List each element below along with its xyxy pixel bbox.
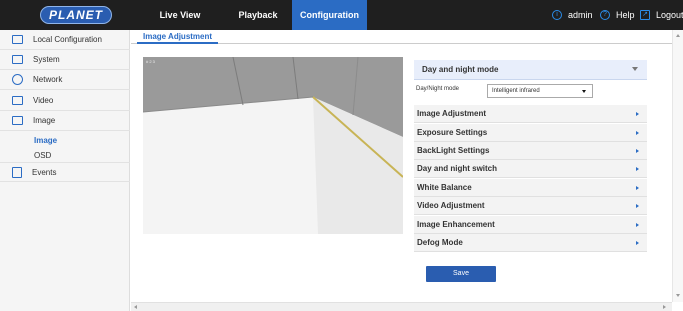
chevron-down-icon: [632, 67, 638, 71]
section-label: Image Adjustment: [417, 109, 487, 118]
save-button[interactable]: Save: [426, 266, 496, 282]
user-icon: i: [552, 10, 562, 20]
sidebar-item-network[interactable]: Network: [0, 70, 130, 90]
sidebar-item-label: System: [33, 55, 60, 64]
section-video-adjustment[interactable]: Video Adjustment: [414, 197, 647, 215]
chevron-right-icon: [636, 186, 639, 190]
scroll-left-icon[interactable]: [134, 305, 137, 309]
section-white-balance[interactable]: White Balance: [414, 179, 647, 197]
video-timestamp: # 2 3: [146, 59, 155, 64]
chevron-right-icon: [636, 149, 639, 153]
chevron-right-icon: [636, 241, 639, 245]
sidebar-item-label: Network: [33, 75, 63, 84]
scroll-up-icon[interactable]: [676, 34, 680, 37]
top-bar: PLANET Live View Playback Configuration …: [0, 0, 683, 30]
day-night-mode-header[interactable]: Day and night mode: [414, 60, 647, 80]
section-label: BackLight Settings: [417, 146, 490, 155]
tab-bar: Image Adjustment: [131, 30, 680, 44]
nav-playback[interactable]: Playback: [218, 0, 298, 30]
sidebar-item-label: Events: [32, 167, 57, 177]
sidebar-item-system[interactable]: System: [0, 50, 130, 70]
logout-link[interactable]: ↗ Logout: [640, 0, 683, 30]
chevron-right-icon: [636, 223, 639, 227]
help-label: Help: [616, 10, 635, 20]
vertical-scrollbar[interactable]: [672, 30, 683, 302]
section-label: White Balance: [417, 183, 472, 192]
picture-icon: [12, 116, 23, 125]
chevron-right-icon: [636, 131, 639, 135]
chevron-right-icon: [636, 167, 639, 171]
chevron-right-icon: [636, 204, 639, 208]
film-icon: [12, 96, 23, 105]
section-label: Video Adjustment: [417, 201, 485, 210]
help-link[interactable]: ? Help: [600, 0, 635, 30]
scroll-down-icon[interactable]: [676, 294, 680, 297]
day-night-mode-value: Intelligent infrared: [492, 88, 540, 94]
user-name: admin: [568, 10, 593, 20]
user-menu[interactable]: i admin: [552, 0, 593, 30]
section-image-enhancement[interactable]: Image Enhancement: [414, 216, 647, 234]
section-label: Image Enhancement: [417, 220, 495, 229]
logout-label: Logout: [656, 10, 683, 20]
day-night-mode-label: Day/Night mode: [416, 86, 460, 92]
sidebar-item-label: Image: [33, 116, 56, 125]
globe-icon: [12, 74, 23, 85]
nav-live-view[interactable]: Live View: [140, 0, 220, 30]
nav-configuration[interactable]: Configuration: [292, 0, 367, 30]
sidebar-item-label: Local Configuration: [33, 35, 102, 44]
sidebar-item-label: Video: [33, 96, 54, 105]
sidebar-subitem-osd[interactable]: OSD: [34, 150, 51, 162]
horizontal-scrollbar[interactable]: [131, 302, 672, 311]
day-night-mode-row: Day/Night mode Intelligent infrared: [414, 82, 647, 100]
chevron-down-icon: [582, 90, 586, 93]
window-icon: [12, 55, 23, 64]
sidebar-item-local-configuration[interactable]: Local Configuration: [0, 30, 130, 50]
sidebar-item-video[interactable]: Video: [0, 91, 130, 111]
section-exposure-settings[interactable]: Exposure Settings: [414, 124, 647, 142]
tab-image-adjustment[interactable]: Image Adjustment: [137, 30, 219, 44]
camera-view: [143, 57, 403, 234]
sidebar-item-events[interactable]: Events: [0, 162, 130, 182]
section-day-night-switch[interactable]: Day and night switch: [414, 160, 647, 178]
section-label: Day and night switch: [417, 164, 498, 173]
monitor-icon: [12, 35, 23, 44]
sidebar-subitem-image[interactable]: Image: [34, 135, 57, 147]
section-label: Defog Mode: [417, 238, 463, 247]
chevron-right-icon: [636, 112, 639, 116]
document-icon: [12, 166, 22, 178]
sidebar-item-image[interactable]: Image: [0, 111, 130, 131]
section-label: Exposure Settings: [417, 128, 488, 137]
day-night-mode-select[interactable]: Intelligent infrared: [487, 84, 593, 98]
sidebar: Local Configuration System Network Video…: [0, 30, 130, 311]
day-night-mode-title: Day and night mode: [422, 65, 499, 74]
video-preview[interactable]: # 2 3: [143, 57, 403, 234]
help-icon: ?: [600, 10, 610, 20]
logout-icon: ↗: [640, 10, 650, 20]
section-defog-mode[interactable]: Defog Mode: [414, 234, 647, 252]
section-backlight-settings[interactable]: BackLight Settings: [414, 142, 647, 160]
scroll-right-icon[interactable]: [663, 305, 666, 309]
brand-logo: PLANET: [40, 6, 112, 24]
section-image-adjustment[interactable]: Image Adjustment: [414, 105, 647, 123]
